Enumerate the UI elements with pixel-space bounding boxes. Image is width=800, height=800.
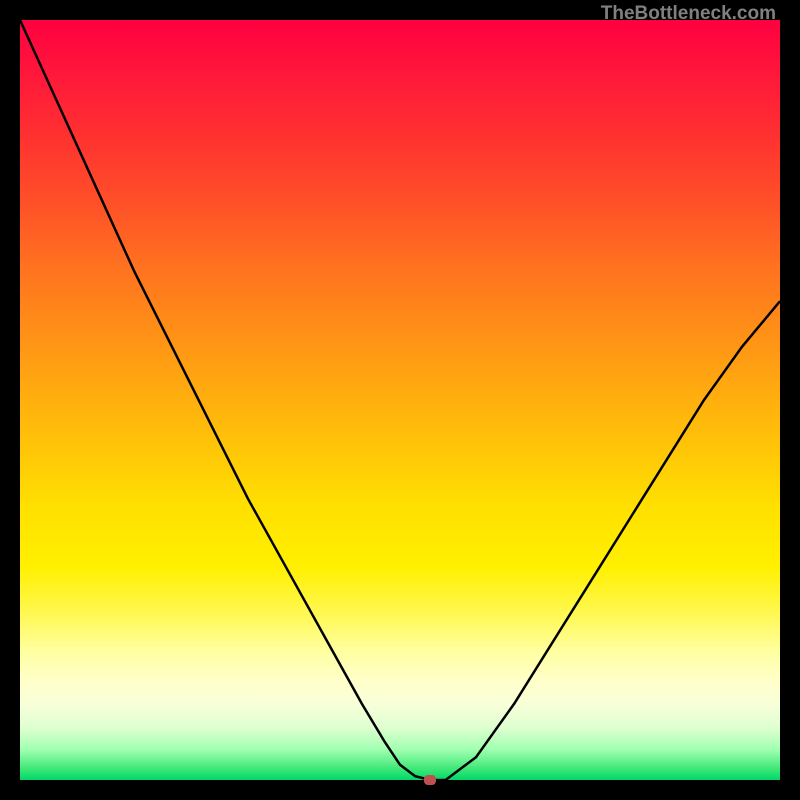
chart-container: TheBottleneck.com [0, 0, 800, 800]
optimal-point-marker [424, 775, 436, 785]
bottleneck-curve [20, 20, 780, 780]
watermark-text: TheBottleneck.com [601, 3, 776, 25]
plot-area [20, 20, 780, 780]
